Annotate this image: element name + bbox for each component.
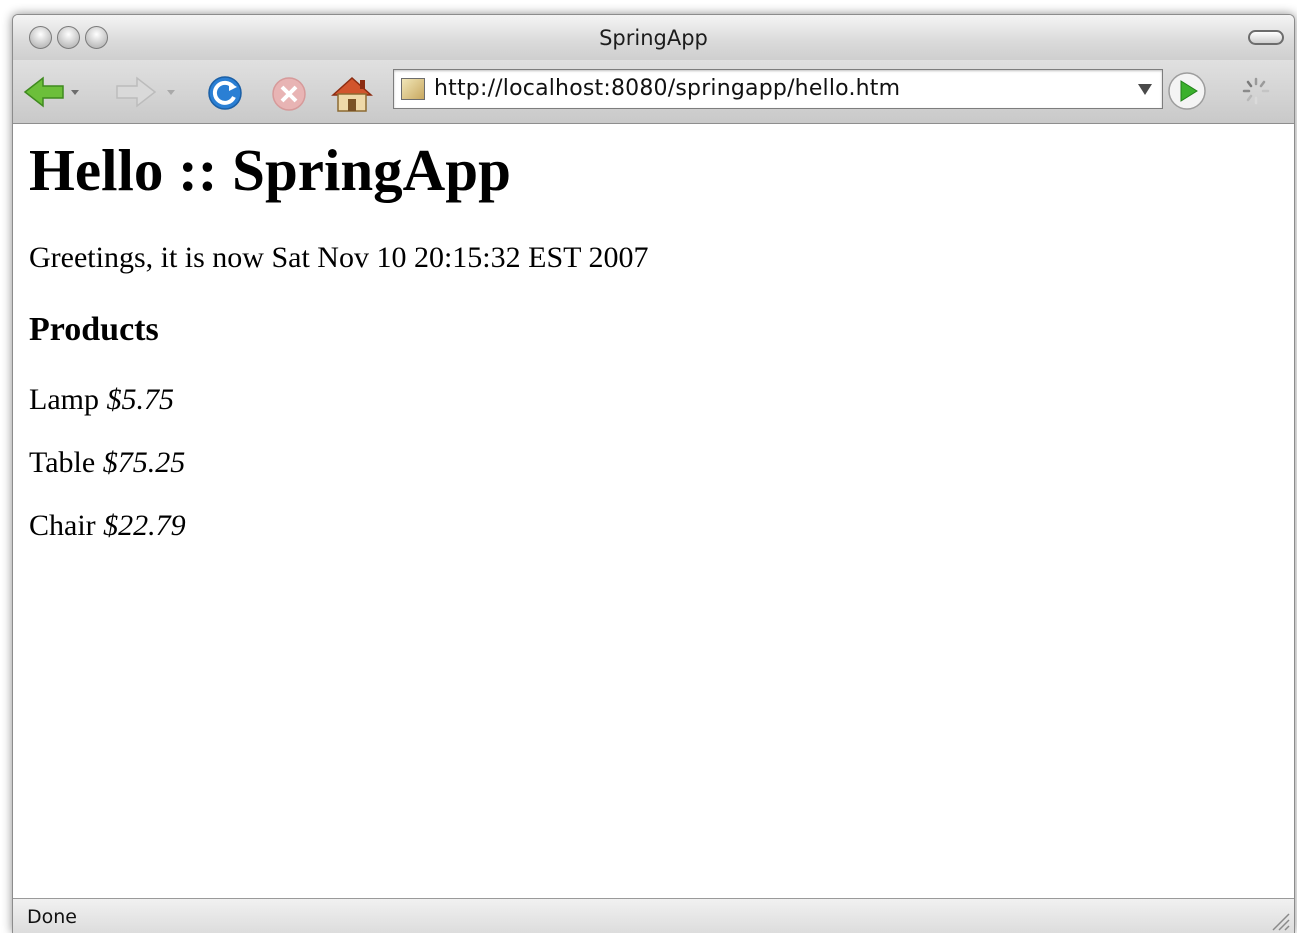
product-item: Chair $22.79 xyxy=(29,509,186,543)
go-button[interactable] xyxy=(1167,71,1209,110)
page-content: Hello :: SpringApp Greetings, it is now … xyxy=(13,124,1294,898)
browser-window: SpringApp http://localhost:8080/springap… xyxy=(12,14,1295,933)
products-heading: Products xyxy=(29,311,159,348)
reload-button[interactable] xyxy=(203,75,247,110)
throbber-icon xyxy=(1242,77,1270,105)
status-text: Done xyxy=(27,906,77,928)
product-price: $75.25 xyxy=(102,446,186,479)
url-text[interactable]: http://localhost:8080/springapp/hello.ht… xyxy=(434,76,900,101)
back-button[interactable] xyxy=(23,75,83,109)
forward-arrow-icon xyxy=(116,76,175,108)
stop-button[interactable] xyxy=(267,75,311,111)
home-icon xyxy=(331,76,373,112)
forward-button[interactable] xyxy=(113,75,183,109)
page-heading: Hello :: SpringApp xyxy=(29,137,511,203)
loading-throbber xyxy=(1241,76,1271,110)
product-item: Lamp $5.75 xyxy=(29,383,174,417)
product-name: Chair xyxy=(29,509,96,542)
address-bar[interactable]: http://localhost:8080/springapp/hello.ht… xyxy=(393,69,1163,109)
toolbar-toggle-button[interactable] xyxy=(1248,30,1284,45)
window-title: SpringApp xyxy=(599,26,708,50)
title-bar: SpringApp xyxy=(13,15,1294,61)
product-price: $22.79 xyxy=(103,509,186,542)
product-name: Table xyxy=(29,446,96,479)
stop-icon xyxy=(272,77,306,111)
go-icon xyxy=(1168,72,1206,110)
navigation-toolbar: http://localhost:8080/springapp/hello.ht… xyxy=(13,60,1294,124)
reload-icon xyxy=(208,76,242,110)
url-history-dropdown-icon[interactable] xyxy=(1138,84,1152,95)
resize-grip-icon[interactable] xyxy=(1268,909,1290,931)
home-button[interactable] xyxy=(329,75,375,112)
status-bar: Done xyxy=(13,898,1294,933)
product-name: Lamp xyxy=(29,383,99,416)
back-arrow-icon xyxy=(23,76,79,108)
product-price: $5.75 xyxy=(106,383,174,416)
product-item: Table $75.25 xyxy=(29,446,185,480)
site-favicon-icon xyxy=(401,78,425,100)
greeting-text: Greetings, it is now Sat Nov 10 20:15:32… xyxy=(29,241,649,274)
